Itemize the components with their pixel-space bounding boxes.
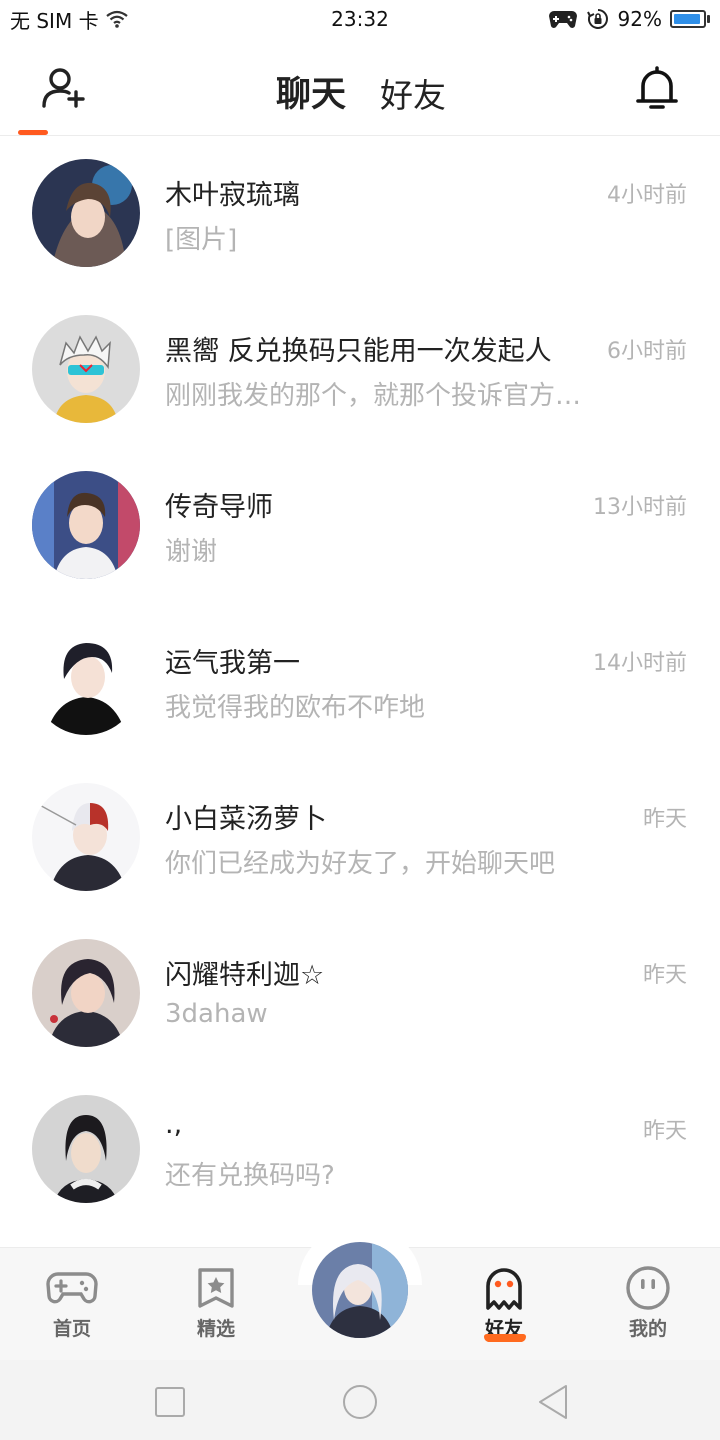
status-right: 92% <box>548 7 710 31</box>
nav-label-profile: 我的 <box>628 1318 667 1340</box>
system-nav-bar <box>0 1360 720 1440</box>
chat-list-item[interactable]: 小白菜汤萝卜 你们已经成为好友了，开始聊天吧 昨天 <box>0 761 720 917</box>
bell-icon[interactable] <box>634 64 680 112</box>
nav-home[interactable]: 首页 <box>32 1264 112 1341</box>
nav-label-home: 首页 <box>52 1318 91 1340</box>
nav-featured[interactable]: 精选 <box>176 1264 256 1341</box>
avatar[interactable] <box>32 783 140 891</box>
chat-time: 4小时前 <box>607 183 687 208</box>
chat-preview: 你们已经成为好友了，开始聊天吧 <box>165 849 556 879</box>
wifi-icon <box>105 10 128 28</box>
chat-name: 运气我第一 <box>165 648 300 679</box>
chat-preview: [图片] <box>165 225 238 255</box>
battery-percent: 92% <box>617 7 662 31</box>
chat-name: ., <box>165 1109 183 1140</box>
chat-time: 13小时前 <box>593 495 687 520</box>
avatar[interactable] <box>32 1095 140 1203</box>
chat-list-item[interactable]: ., 还有兑换码吗? 昨天 <box>0 1073 720 1229</box>
chat-list: 木叶寂琉璃 [图片] 4小时前 黑嚮 反兑换码只能用一次发起人 刚刚我发的那个，… <box>0 137 720 1229</box>
chat-list-item[interactable]: 黑嚮 反兑换码只能用一次发起人 刚刚我发的那个，就那个投诉官方… 6小时前 <box>0 293 720 449</box>
active-nav-indicator <box>484 1334 526 1342</box>
star-bookmark-icon <box>198 1268 234 1308</box>
add-friend-icon[interactable] <box>40 66 88 110</box>
battery-fill <box>674 14 700 24</box>
avatar[interactable] <box>32 471 140 579</box>
recent-apps-icon[interactable] <box>150 1382 190 1422</box>
chat-name: 传奇导师 <box>165 492 273 523</box>
battery-icon <box>670 10 710 28</box>
chat-list-item[interactable]: 闪耀特利迦☆ 3dahaw 昨天 <box>0 917 720 1073</box>
center-nav-avatar[interactable] <box>312 1242 408 1338</box>
chat-name: 闪耀特利迦☆ <box>165 960 325 991</box>
game-controller-status-icon <box>548 11 577 28</box>
header-tabs: 聊天 好友 <box>276 66 446 117</box>
tab-chat[interactable]: 聊天 <box>276 66 346 117</box>
avatar[interactable] <box>32 627 140 735</box>
home-circle-icon[interactable] <box>340 1382 380 1422</box>
avatar[interactable] <box>32 159 140 267</box>
active-tab-indicator <box>18 130 48 135</box>
chat-preview: 刚刚我发的那个，就那个投诉官方… <box>165 381 582 411</box>
rotation-lock-icon <box>586 9 608 29</box>
nav-profile[interactable]: 我的 <box>608 1264 688 1341</box>
tab-friends[interactable]: 好友 <box>380 69 446 117</box>
status-left: 无 SIM 卡 <box>10 5 250 34</box>
chat-time: 昨天 <box>642 1119 687 1144</box>
top-header: 聊天 好友 <box>0 38 720 136</box>
avatar[interactable] <box>32 315 140 423</box>
carrier-label: 无 SIM 卡 <box>10 8 99 33</box>
chat-preview: 3dahaw <box>165 999 268 1029</box>
ghost-icon <box>486 1268 522 1310</box>
chat-list-item[interactable]: 运气我第一 我觉得我的欧布不咋地 14小时前 <box>0 605 720 761</box>
chat-time: 昨天 <box>642 807 687 832</box>
chat-preview: 还有兑换码吗? <box>165 1161 335 1191</box>
chat-time: 14小时前 <box>593 651 687 676</box>
chat-preview: 我觉得我的欧布不咋地 <box>165 693 426 723</box>
smiley-icon <box>626 1266 670 1310</box>
chat-preview: 谢谢 <box>165 537 218 567</box>
nav-label-featured: 精选 <box>196 1318 235 1340</box>
nav-friends[interactable]: 好友 <box>464 1264 544 1342</box>
chat-name: 小白菜汤萝卜 <box>165 804 327 835</box>
chat-name: 木叶寂琉璃 <box>165 180 300 211</box>
status-bar: 无 SIM 卡 23:32 92% <box>0 0 720 38</box>
chat-time: 6小时前 <box>607 339 687 364</box>
chat-time: 昨天 <box>642 963 687 988</box>
chat-list-item[interactable]: 木叶寂琉璃 [图片] 4小时前 <box>0 137 720 293</box>
avatar[interactable] <box>32 939 140 1047</box>
gamepad-icon <box>46 1272 98 1304</box>
back-triangle-icon[interactable] <box>534 1382 574 1422</box>
chat-list-item[interactable]: 传奇导师 谢谢 13小时前 <box>0 449 720 605</box>
chat-name: 黑嚮 反兑换码只能用一次发起人 <box>165 336 552 367</box>
